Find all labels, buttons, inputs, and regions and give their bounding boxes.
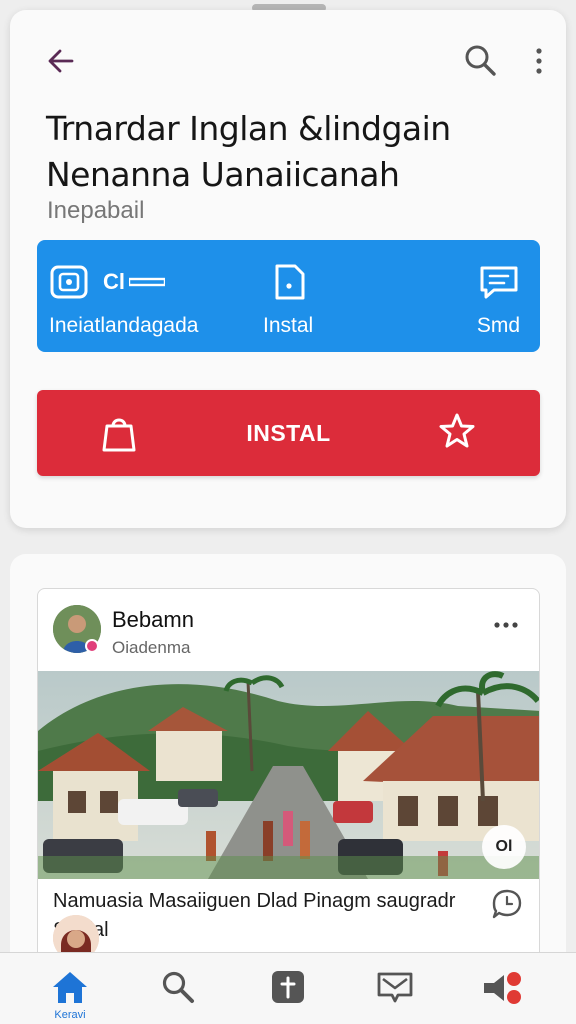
nav-search[interactable] bbox=[160, 969, 196, 1005]
nav-home[interactable]: Keravi bbox=[50, 969, 90, 1021]
post-image[interactable] bbox=[38, 671, 540, 879]
comment-icon[interactable] bbox=[490, 887, 524, 921]
inbox-icon bbox=[377, 972, 413, 1003]
message-icon bbox=[480, 266, 518, 299]
image-badge[interactable]: Ol bbox=[482, 825, 526, 869]
action-item-1[interactable]: Cl Ineiatlandagada bbox=[49, 262, 198, 338]
app-title-line2: Nenanna Uanaiicanah bbox=[46, 155, 400, 194]
shopping-bag-icon bbox=[102, 418, 136, 452]
nav-home-label: Keravi bbox=[54, 1009, 86, 1021]
install-button[interactable]: INSTAL bbox=[37, 390, 540, 476]
package-icon bbox=[50, 265, 88, 299]
action-item-1-extra: Cl bbox=[103, 269, 165, 295]
nav-inbox[interactable] bbox=[376, 969, 414, 1005]
profile-icon bbox=[484, 972, 521, 1004]
more-horizontal-icon[interactable] bbox=[493, 621, 519, 629]
document-icon bbox=[275, 264, 305, 300]
action-item-3[interactable]: Smd bbox=[477, 262, 520, 338]
post-caption: Namuasia Masaiiguen Dlad Pinagm saugradr… bbox=[53, 890, 456, 941]
post-author[interactable]: Bebamn bbox=[112, 607, 194, 633]
action-item-1-label: Ineiatlandagada bbox=[49, 314, 199, 337]
post-card[interactable]: Bebamn Oiadenma Ol Namuasia Masaiiguen D… bbox=[37, 588, 540, 968]
action-item-2[interactable]: Instal bbox=[263, 262, 313, 338]
app-title: Trnardar Inglan &lindgain Nenanna Uanaii… bbox=[46, 106, 546, 198]
kebab-menu-icon[interactable] bbox=[530, 46, 548, 76]
nav-add[interactable] bbox=[270, 969, 306, 1005]
bar-icon bbox=[129, 277, 165, 287]
app-title-line1: Trnardar Inglan &lindgain bbox=[46, 109, 451, 148]
home-icon bbox=[53, 972, 87, 1003]
arrow-left-icon[interactable] bbox=[46, 46, 76, 76]
action-item-2-label: Instal bbox=[263, 314, 314, 337]
avatar-status-badge bbox=[85, 639, 99, 653]
add-icon bbox=[272, 971, 304, 1003]
app-subtitle: Inepabail bbox=[47, 197, 145, 224]
install-label: INSTAL bbox=[246, 419, 331, 446]
action-strip: Cl Ineiatlandagada Instal Smd bbox=[37, 240, 540, 352]
action-item-1-extra-text: Cl bbox=[103, 269, 125, 294]
post-handle: Oiadenma bbox=[112, 638, 191, 657]
search-icon bbox=[162, 971, 194, 1003]
action-item-3-label: Smd bbox=[476, 314, 520, 337]
star-icon[interactable] bbox=[438, 412, 476, 450]
bottom-navigation: Keravi bbox=[0, 952, 576, 1024]
search-icon[interactable] bbox=[462, 42, 498, 78]
nav-profile[interactable] bbox=[480, 969, 526, 1009]
